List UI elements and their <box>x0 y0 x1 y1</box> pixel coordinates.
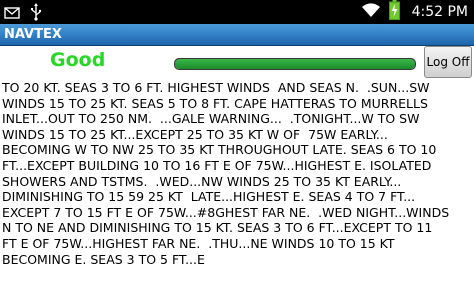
message-icon <box>4 5 20 24</box>
log-off-button[interactable]: Log Off <box>424 46 472 78</box>
message-line: DIMINISHING TO 15 59 25 KT LATE...HIGHES… <box>2 189 416 205</box>
message-line: SHOWERS AND TSTMS. .WED...NW WINDS 25 TO… <box>2 173 402 189</box>
app-title-bar: NAVTEX <box>0 24 474 46</box>
signal-level-fill <box>175 59 415 69</box>
wifi-icon <box>361 2 381 22</box>
message-line: WINDS 15 TO 25 KT...EXCEPT 25 TO 35 KT W… <box>2 126 388 142</box>
message-line: BECOMING E. SEAS 3 TO 5 FT...E <box>2 251 205 267</box>
message-line: FT E OF 75W...HIGHEST FAR NE. .THU...NE … <box>2 235 395 251</box>
battery-charging-icon <box>388 0 400 24</box>
message-line: TO 20 KT. SEAS 3 TO 6 FT. HIGHEST WINDS … <box>2 80 430 95</box>
message-line: FT...EXCEPT BUILDING 10 TO 16 FT E OF 75… <box>2 157 432 173</box>
signal-level-bar <box>174 58 416 70</box>
clock: 4:52 PM <box>411 4 468 20</box>
notification-icons <box>4 3 42 25</box>
usb-icon <box>30 3 42 25</box>
status-bar: 4:52 PM <box>0 0 474 24</box>
message-line: WINDS 15 TO 25 KT. SEAS 5 TO 8 FT. CAPE … <box>2 95 428 111</box>
signal-status-text: Good <box>50 49 106 71</box>
message-line: BECOMING W TO NW 25 TO 35 KT THROUGHOUT … <box>2 142 437 158</box>
message-line: N TO NE AND DIMINISHING TO 15 KT. SEAS 3… <box>2 220 433 236</box>
app-title: NAVTEX <box>4 27 62 42</box>
navtex-message-text[interactable]: TO 20 KT. SEAS 3 TO 6 FT. HIGHEST WINDS … <box>0 80 474 284</box>
message-line: INLET...OUT TO 250 NM. ...GALE WARNING..… <box>2 111 420 127</box>
system-indicators: 4:52 PM <box>361 0 468 24</box>
message-line <box>2 267 474 283</box>
message-line: EXCEPT 7 TO 15 FT E OF 75W...#8GHEST FAR… <box>2 204 450 220</box>
control-panel: Good Log Off <box>0 46 474 80</box>
